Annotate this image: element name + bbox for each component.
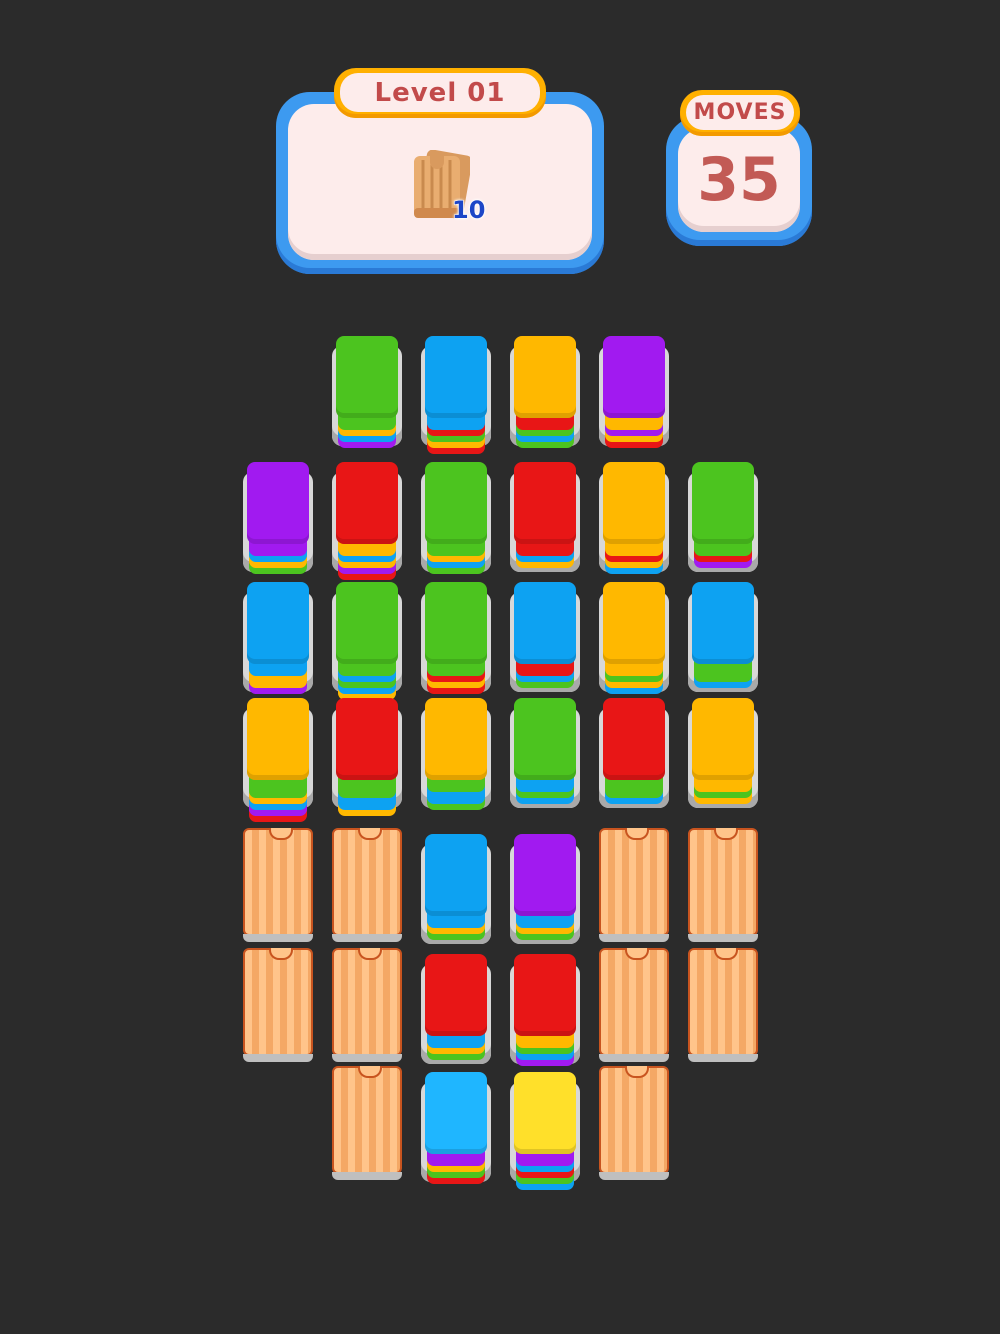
top-card [247, 462, 309, 544]
card-stack[interactable] [599, 456, 669, 574]
card-stack[interactable] [332, 692, 402, 816]
top-card [514, 582, 576, 664]
card-stack[interactable] [243, 692, 313, 822]
wood-crate-tile[interactable] [599, 828, 669, 944]
card-stack[interactable] [599, 692, 669, 808]
top-card [336, 582, 398, 664]
card-stack[interactable] [243, 456, 313, 574]
top-card [692, 698, 754, 780]
top-card [514, 834, 576, 916]
game-board [0, 0, 1000, 1334]
card-stack[interactable] [510, 456, 580, 572]
crate-icon [599, 948, 669, 1062]
top-card [514, 336, 576, 418]
card-stack[interactable] [510, 948, 580, 1066]
top-card [603, 698, 665, 780]
card-stack[interactable] [688, 456, 758, 572]
wood-crate-tile[interactable] [688, 828, 758, 944]
top-card [336, 462, 398, 544]
card-stack[interactable] [510, 828, 580, 944]
top-card [336, 698, 398, 780]
card-stack[interactable] [332, 576, 402, 700]
wood-crate-tile[interactable] [243, 948, 313, 1064]
wood-crate-tile[interactable] [332, 948, 402, 1064]
top-card [425, 698, 487, 780]
card-stack[interactable] [421, 456, 491, 574]
top-card [603, 462, 665, 544]
card-stack[interactable] [510, 692, 580, 808]
card-stack[interactable] [510, 576, 580, 692]
card-stack[interactable] [510, 330, 580, 448]
top-card [425, 462, 487, 544]
card-stack[interactable] [332, 330, 402, 448]
card-stack[interactable] [421, 828, 491, 944]
crate-icon [688, 948, 758, 1062]
top-card [425, 1072, 487, 1154]
card-stack[interactable] [510, 1066, 580, 1190]
top-card [247, 698, 309, 780]
crate-icon [332, 828, 402, 942]
card-stack[interactable] [599, 576, 669, 694]
crate-icon [243, 948, 313, 1062]
top-card [336, 336, 398, 418]
top-card [425, 336, 487, 418]
top-card [425, 582, 487, 664]
top-card [603, 336, 665, 418]
wood-crate-tile[interactable] [599, 948, 669, 1064]
card-stack[interactable] [688, 692, 758, 808]
crate-icon [599, 1066, 669, 1180]
card-stack[interactable] [421, 330, 491, 454]
wood-crate-tile[interactable] [243, 828, 313, 944]
card-stack[interactable] [421, 1066, 491, 1184]
card-stack[interactable] [599, 330, 669, 448]
card-stack[interactable] [421, 576, 491, 694]
wood-crate-tile[interactable] [332, 828, 402, 944]
top-card [514, 954, 576, 1036]
top-card [514, 1072, 576, 1154]
card-stack[interactable] [688, 576, 758, 692]
top-card [514, 462, 576, 544]
crate-icon [332, 948, 402, 1062]
top-card [692, 462, 754, 544]
wood-crate-tile[interactable] [599, 1066, 669, 1182]
top-card [247, 582, 309, 664]
crate-icon [688, 828, 758, 942]
top-card [425, 954, 487, 1036]
wood-crate-tile[interactable] [688, 948, 758, 1064]
crate-icon [243, 828, 313, 942]
crate-icon [599, 828, 669, 942]
card-stack[interactable] [332, 456, 402, 580]
top-card [692, 582, 754, 664]
wood-crate-tile[interactable] [332, 1066, 402, 1182]
top-card [425, 834, 487, 916]
top-card [603, 582, 665, 664]
card-stack[interactable] [421, 692, 491, 810]
top-card [514, 698, 576, 780]
card-stack[interactable] [243, 576, 313, 694]
crate-icon [332, 1066, 402, 1180]
card-stack[interactable] [421, 948, 491, 1064]
